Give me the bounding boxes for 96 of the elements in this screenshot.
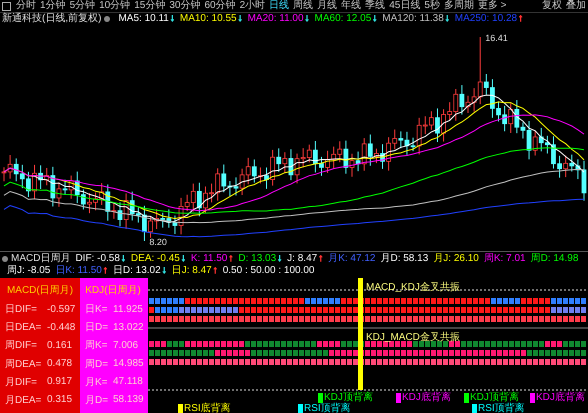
- table-value: 47.118: [113, 376, 143, 388]
- indicator-value: MA10: 10.55: [180, 13, 237, 25]
- signal-label: RSI底背离: [184, 403, 231, 413]
- period-tab[interactable]: 60分钟: [202, 0, 238, 12]
- table-label: 周D=: [85, 358, 110, 371]
- indicator-value: MA250: 10.28: [454, 13, 518, 25]
- table-value: -0.597: [47, 304, 76, 315]
- table-value: 11.925: [113, 304, 143, 315]
- indicator-value: D: 13.03: [238, 253, 276, 265]
- trend-arrow: ↓: [170, 13, 175, 25]
- signal-label: KDJ底背离: [402, 392, 451, 403]
- period-tab[interactable]: 分时: [14, 0, 38, 12]
- indicator-value: 周J: -8.05: [7, 265, 50, 277]
- high-price-label: 16.41: [485, 33, 508, 43]
- indicator-value: K: 11.50: [190, 253, 228, 265]
- period-tab[interactable]: 日线: [267, 0, 292, 12]
- toolbar-action[interactable]: 叠加: [564, 0, 588, 12]
- table-label: 周DIF=: [5, 339, 38, 352]
- signal-label: KDJ顶背离: [324, 392, 373, 403]
- signal-label: RSI顶背离: [304, 403, 351, 413]
- table-value: 14.985: [113, 358, 144, 370]
- table-value: 0.315: [47, 394, 72, 406]
- period-tab[interactable]: 10分钟: [97, 0, 132, 12]
- period-tab[interactable]: 1分钟: [38, 0, 68, 12]
- trend-arrow: ↑: [318, 253, 324, 265]
- table-value: -0.448: [47, 322, 76, 333]
- period-tab[interactable]: 30分钟: [167, 0, 202, 12]
- trend-arrow: ↓: [372, 13, 378, 25]
- signal-label: KDJ底背离: [536, 392, 585, 403]
- trend-arrow: ↓: [120, 253, 126, 265]
- table-value: 58.139: [113, 394, 144, 406]
- period-tab[interactable]: 2小时: [238, 0, 268, 12]
- period-tab[interactable]: 45日线: [387, 0, 422, 12]
- indicator-value: MA20: 11.00: [248, 13, 304, 25]
- table-label: 日K=: [85, 303, 109, 316]
- chart-title: 新通科技(日线,前复权): [2, 13, 102, 25]
- table-title: KDJ(日周月): [84, 284, 142, 298]
- period-tab[interactable]: 周线: [291, 0, 316, 12]
- low-price-label: 8.20: [149, 237, 167, 247]
- trend-arrow: ↓: [304, 13, 310, 25]
- indicator-value: 月D: 58.13: [380, 253, 428, 265]
- signal-marker-label: KDJ_MACD金叉共振: [366, 332, 460, 343]
- indicator-value: 月J: 26.10: [433, 253, 479, 265]
- table-label: 月DEA=: [5, 394, 42, 407]
- table-label: 月DIF=: [5, 376, 38, 389]
- indicator-value: 0.50 : 50.00 : 100.00: [222, 265, 314, 277]
- trend-arrow: ↑: [212, 265, 218, 277]
- trend-arrow: ↓: [444, 13, 450, 25]
- indicator-value: 日D: 13.02: [112, 265, 161, 277]
- indicator-value: MA5: 10.11: [118, 13, 169, 25]
- trend-arrow: ↑: [228, 253, 234, 265]
- trend-arrow: ↓: [277, 253, 282, 265]
- trend-arrow: ↓: [238, 13, 243, 25]
- trend-arrow: ↑: [518, 13, 524, 25]
- table-value: 0.161: [47, 340, 72, 351]
- period-tab[interactable]: 月线: [315, 0, 340, 12]
- period-tab[interactable]: 年线: [339, 0, 364, 12]
- indicator-value: 周K: 7.01: [484, 253, 526, 265]
- settings-dot-icon[interactable]: [104, 16, 110, 22]
- period-tab[interactable]: 更多 >: [476, 0, 508, 12]
- trend-arrow: ↓: [162, 265, 167, 277]
- table-label: 日DEA=: [5, 321, 42, 334]
- table-label: 月D=: [85, 394, 110, 407]
- panel-toggle-icon[interactable]: [2, 2, 11, 10]
- indicator-value: MA60: 12.05: [314, 13, 372, 25]
- period-tab[interactable]: 15分钟: [132, 0, 168, 12]
- indicator-value: MA120: 11.38: [382, 13, 444, 25]
- table-label: 日D=: [85, 321, 110, 334]
- period-tab[interactable]: 多周期: [442, 0, 476, 12]
- indicator-title: MACD日周月: [11, 253, 70, 265]
- toolbar-action[interactable]: 复权: [540, 0, 564, 12]
- indicator-value: 月K: 47.12: [328, 253, 376, 265]
- signal-label: KDJ顶背离: [470, 392, 519, 403]
- table-value: 13.022: [113, 322, 144, 333]
- indicator-value: J: 8.47: [287, 253, 318, 265]
- table-label: 日DIF=: [5, 303, 38, 316]
- period-tab[interactable]: 5分钟: [68, 0, 98, 12]
- period-tab[interactable]: 5秒: [422, 0, 442, 12]
- table-value: 7.006: [113, 340, 138, 351]
- table-value: 0.917: [47, 376, 72, 388]
- trend-arrow: ↑: [102, 265, 108, 277]
- table-label: 周DEA=: [5, 358, 42, 371]
- settings-dot-icon[interactable]: [2, 256, 8, 262]
- signal-label: RSI顶背离: [478, 403, 525, 413]
- table-label: 月K=: [85, 376, 109, 389]
- table-value: 0.478: [47, 358, 72, 370]
- indicator-value: DIF: -0.58: [75, 253, 120, 265]
- indicator-value: DEA: -0.45: [130, 253, 180, 265]
- signal-marker-label: MACD_KDJ金叉共振: [366, 282, 460, 293]
- trend-arrow: ↓: [180, 253, 186, 265]
- indicator-value: 日K: 11.50: [55, 265, 102, 277]
- indicator-value: 周D: 14.98: [530, 253, 578, 265]
- table-label: 周K=: [85, 339, 109, 352]
- table-title: MACD(日周月): [6, 284, 74, 298]
- period-tab[interactable]: 季线: [363, 0, 388, 12]
- indicator-value: 日J: 8.47: [172, 265, 212, 277]
